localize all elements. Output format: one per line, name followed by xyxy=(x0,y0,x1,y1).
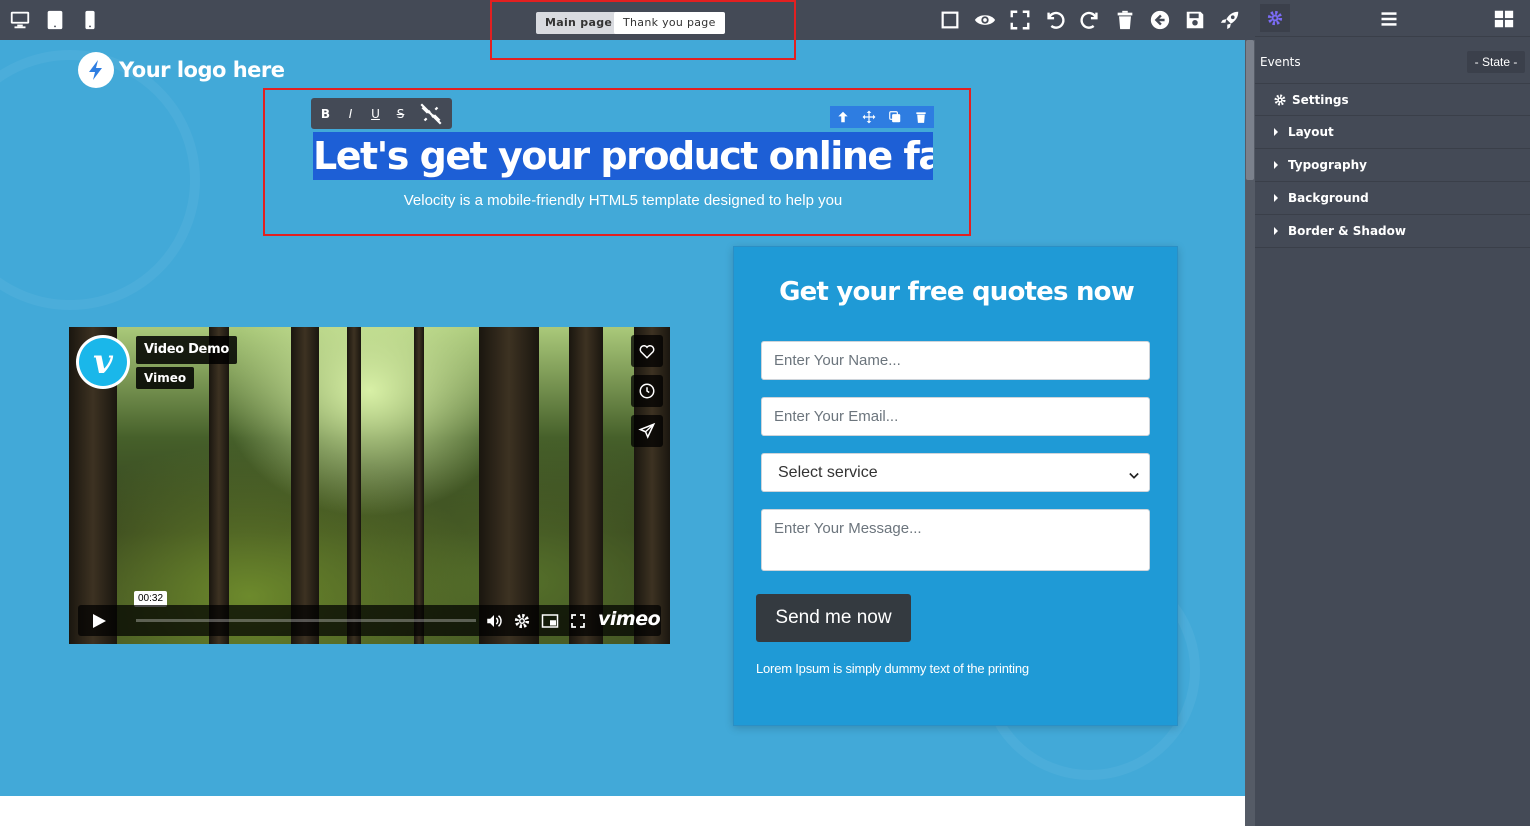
gear-icon[interactable] xyxy=(1260,4,1290,32)
save-icon[interactable] xyxy=(1183,8,1207,32)
arrow-up-icon[interactable] xyxy=(833,107,853,127)
fullscreen-icon[interactable] xyxy=(1008,8,1032,32)
send-button[interactable]: Send me now xyxy=(756,594,911,642)
pip-icon[interactable] xyxy=(540,611,560,631)
square-icon[interactable] xyxy=(938,8,962,32)
video-controls: vimeo xyxy=(78,605,661,636)
section-label: Layout xyxy=(1288,125,1334,139)
underline-button[interactable]: U xyxy=(363,100,388,127)
form-title: Get your free quotes now xyxy=(779,277,1135,307)
tab-main-page[interactable]: Main page xyxy=(536,12,622,34)
move-icon[interactable] xyxy=(859,107,879,127)
section-settings[interactable]: Settings xyxy=(1255,83,1530,116)
fullscreen-icon[interactable] xyxy=(568,611,588,631)
tree-trunk xyxy=(414,327,424,644)
chevron-down-icon xyxy=(1129,468,1139,486)
scrollbar-thumb[interactable] xyxy=(1246,40,1254,180)
tablet-icon[interactable] xyxy=(43,8,67,32)
settings-icon[interactable] xyxy=(512,611,532,631)
section-label: Settings xyxy=(1292,92,1349,107)
logo-text: Your logo here xyxy=(119,58,285,82)
canvas-bottom-area xyxy=(0,796,1245,826)
vimeo-badge-letter: v xyxy=(79,338,127,386)
strikethrough-button[interactable]: S xyxy=(388,100,413,127)
menu-icon[interactable] xyxy=(1378,9,1400,34)
video-title[interactable]: Video Demo xyxy=(136,336,237,364)
message-field[interactable] xyxy=(761,509,1150,571)
quote-form: Get your free quotes now Select service … xyxy=(733,246,1178,726)
vimeo-logo-icon[interactable]: v xyxy=(76,335,130,389)
logo[interactable]: Your logo here xyxy=(78,52,285,88)
section-label: Typography xyxy=(1288,158,1367,172)
copy-icon[interactable] xyxy=(885,107,905,127)
mobile-icon[interactable] xyxy=(78,8,102,32)
form-note: Lorem Ipsum is simply dummy text of the … xyxy=(756,661,1029,676)
gear-icon xyxy=(1273,93,1287,107)
section-label: Border & Shadow xyxy=(1288,224,1406,238)
element-toolbar xyxy=(830,106,934,128)
lightning-icon xyxy=(78,52,114,88)
tree-trunk xyxy=(479,327,539,644)
trash-icon[interactable] xyxy=(1113,8,1137,32)
desktop-icon[interactable] xyxy=(8,8,32,32)
tree-trunk xyxy=(347,327,361,644)
tree-trunk xyxy=(569,327,603,644)
properties-panel: Events - State - Settings Layout Typogra… xyxy=(1255,0,1530,826)
service-select[interactable]: Select service xyxy=(761,453,1150,492)
background-pattern xyxy=(0,50,200,310)
rocket-icon[interactable] xyxy=(1218,8,1242,32)
video-player[interactable]: v Video Demo Vimeo 00:32 vimeo xyxy=(69,327,670,644)
caret-right-icon xyxy=(1274,161,1278,169)
rich-text-toolbar: B I U S xyxy=(311,98,452,129)
tree-trunk xyxy=(209,327,229,644)
tree-trunk xyxy=(291,327,319,644)
name-field[interactable] xyxy=(761,341,1150,380)
bold-button[interactable]: B xyxy=(313,100,338,127)
state-dropdown[interactable]: - State - xyxy=(1467,51,1525,73)
eye-icon[interactable] xyxy=(973,8,997,32)
editor-canvas: Your logo here B I U S Let's get your pr… xyxy=(0,40,1245,796)
caret-right-icon xyxy=(1274,227,1278,235)
section-label: Background xyxy=(1288,191,1369,205)
arrow-left-circle-icon[interactable] xyxy=(1148,8,1172,32)
email-field[interactable] xyxy=(761,397,1150,436)
caret-right-icon xyxy=(1274,194,1278,202)
link-icon[interactable] xyxy=(413,100,449,127)
blocks-icon[interactable] xyxy=(1493,8,1515,35)
caret-right-icon xyxy=(1274,128,1278,136)
volume-icon[interactable] xyxy=(484,611,504,631)
italic-button[interactable]: I xyxy=(338,100,363,127)
share-icon[interactable] xyxy=(631,415,663,447)
video-owner[interactable]: Vimeo xyxy=(136,367,195,389)
section-layout[interactable]: Layout xyxy=(1255,116,1530,149)
vimeo-brand-link[interactable]: vimeo xyxy=(598,608,661,630)
panel-tabs xyxy=(1255,0,1530,37)
redo-icon[interactable] xyxy=(1078,8,1102,32)
undo-icon[interactable] xyxy=(1043,8,1067,32)
video-progress-bar[interactable] xyxy=(136,619,476,622)
hero-subtitle[interactable]: Velocity is a mobile-friendly HTML5 temp… xyxy=(313,192,933,209)
hero-title[interactable]: Let's get your product online fast xyxy=(313,132,933,180)
play-icon[interactable] xyxy=(91,613,107,634)
service-select-label: Select service xyxy=(778,463,878,481)
events-label: Events xyxy=(1260,55,1301,69)
delete-icon[interactable] xyxy=(911,107,931,127)
tab-thank-you-page[interactable]: Thank you page xyxy=(614,12,725,34)
section-border-shadow[interactable]: Border & Shadow xyxy=(1255,215,1530,248)
heart-icon[interactable] xyxy=(631,335,663,367)
section-background[interactable]: Background xyxy=(1255,182,1530,215)
editor-top-toolbar: Main page Thank you page xyxy=(0,0,1255,40)
canvas-scrollbar[interactable] xyxy=(1245,40,1255,826)
section-typography[interactable]: Typography xyxy=(1255,149,1530,182)
clock-icon[interactable] xyxy=(631,375,663,407)
